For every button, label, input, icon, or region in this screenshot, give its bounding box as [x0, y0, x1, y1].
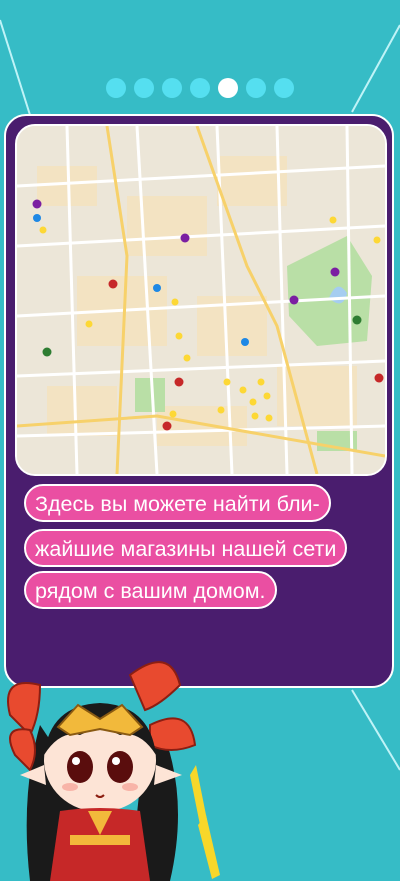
pagination-dots — [0, 78, 400, 98]
pagination-dot-6[interactable] — [246, 78, 266, 98]
description-line-3: рядом с вашим домом. — [24, 571, 277, 609]
pagination-dot-7[interactable] — [274, 78, 294, 98]
map-image — [17, 126, 385, 474]
info-card: Здесь вы можете найти бли- жайшие магази… — [4, 114, 394, 688]
store-map[interactable] — [15, 124, 387, 476]
pagination-dot-4[interactable] — [190, 78, 210, 98]
pagination-dot-3[interactable] — [162, 78, 182, 98]
pagination-dot-5-active[interactable] — [218, 78, 238, 98]
pagination-dot-2[interactable] — [134, 78, 154, 98]
mascot-character — [7, 661, 220, 881]
description-line-1: Здесь вы можете найти бли- — [24, 484, 331, 522]
pagination-dot-1[interactable] — [106, 78, 126, 98]
description-line-2: жайшие магазины нашей сети — [24, 529, 348, 567]
